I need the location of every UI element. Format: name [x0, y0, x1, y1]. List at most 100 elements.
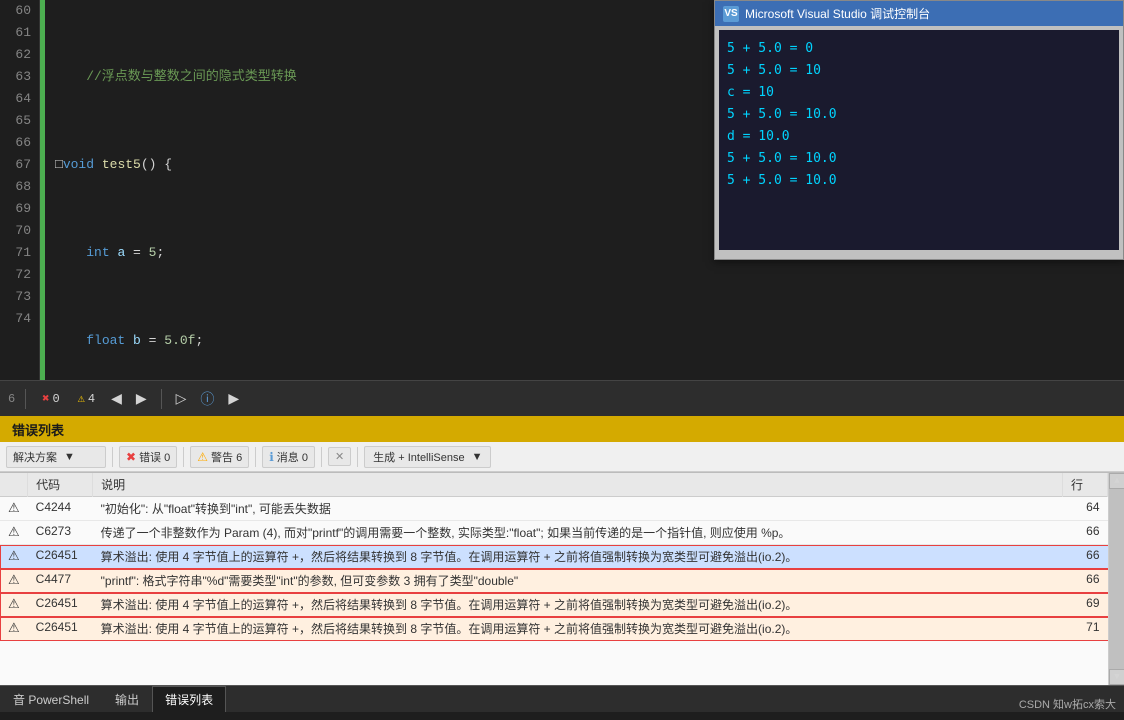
debug-console-panel: VS Microsoft Visual Studio 调试控制台 5 + 5.0…: [714, 0, 1124, 260]
row-code: C4477: [28, 569, 93, 593]
toolbar-divider-1: [112, 447, 113, 467]
debug-title-text: Microsoft Visual Studio 调试控制台: [745, 5, 930, 22]
clear-filter-button[interactable]: ✕: [328, 447, 351, 466]
warning-count: 4: [88, 392, 95, 406]
row-severity-icon: ⚠: [0, 545, 28, 569]
code-line-63: float b = 5.0f;: [55, 330, 1124, 352]
row-desc: "初始化": 从"float"转换到"int", 可能丢失数据: [93, 497, 1063, 521]
tab-powershell-label: 音 PowerShell: [13, 693, 89, 707]
tab-output-label: 输出: [115, 693, 139, 707]
toolbar-divider-3: [255, 447, 256, 467]
toolbar-divider-2: [183, 447, 184, 467]
errorlist-toolbar: 解决方案 ▼ ✖ 错误 0 ⚠ 警告 6 ℹ 消息 0: [0, 442, 1124, 472]
scroll-down-button[interactable]: ▼: [1109, 669, 1124, 685]
error-filter-icon: ✖: [126, 450, 136, 464]
warning-icon: ⚠: [78, 391, 85, 406]
row-desc: 传递了一个非整数作为 Param (4), 而对"printf"的调用需要一个整…: [93, 521, 1063, 545]
generate-dropdown-arrow: ▼: [472, 451, 483, 463]
solution-label: 解决方案: [13, 449, 57, 465]
toolbar-divider-5: [357, 447, 358, 467]
error-list-container[interactable]: 代码 说明 行 ⚠ C4244 "初始化": 从"float"转换到"int",…: [0, 472, 1124, 685]
row-severity-icon: ⚠: [0, 617, 28, 641]
table-row[interactable]: ⚠ C26451 算术溢出: 使用 4 字节值上的运算符 +，然后将结果转换到 …: [0, 617, 1124, 641]
row-line: 64: [1063, 497, 1108, 521]
row-severity-icon: ⚠: [0, 593, 28, 617]
col-header-desc: 说明: [93, 473, 1063, 497]
debug-output: 5 + 5.0 = 0 5 + 5.0 = 10 c = 10 5 + 5.0 …: [719, 30, 1119, 250]
table-header-row: 代码 说明 行: [0, 473, 1124, 497]
scroll-indicator[interactable]: ▲ ▼: [1108, 473, 1124, 685]
row-line: 71: [1063, 617, 1108, 641]
tab-output[interactable]: 输出: [102, 686, 152, 712]
row-code: C4244: [28, 497, 93, 521]
row-code: C26451: [28, 593, 93, 617]
tab-powershell[interactable]: 音 PowerShell: [0, 686, 102, 712]
row-severity-icon: ⚠: [0, 497, 28, 521]
solution-dropdown-arrow: ▼: [64, 451, 75, 463]
solution-dropdown[interactable]: 解决方案 ▼: [6, 446, 106, 468]
table-row[interactable]: ⚠ C4244 "初始化": 从"float"转换到"int", 可能丢失数据 …: [0, 497, 1124, 521]
scroll-up-button[interactable]: ▲: [1109, 473, 1124, 489]
row-code: C26451: [28, 545, 93, 569]
tab-errorlist-label: 错误列表: [165, 693, 213, 707]
table-row[interactable]: ⚠ C26451 算术溢出: 使用 4 字节值上的运算符 +，然后将结果转换到 …: [0, 545, 1124, 569]
generate-label: 生成 + IntelliSense: [373, 449, 464, 465]
debug-output-line-7: 5 + 5.0 = 10.0: [727, 170, 1111, 192]
error-count: 0: [52, 392, 59, 406]
row-severity-icon: ⚠: [0, 569, 28, 593]
row-line: 66: [1063, 545, 1108, 569]
clear-icon: ✕: [335, 450, 344, 463]
debug-output-line-2: 5 + 5.0 = 10: [727, 60, 1111, 82]
errorlist-header-label: 错误列表: [12, 420, 64, 439]
error-filter-label: 错误 0: [139, 449, 170, 465]
debug-output-line-5: d = 10.0: [727, 126, 1111, 148]
row-severity-icon: ⚠: [0, 521, 28, 545]
error-filter-button[interactable]: ✖ 错误 0: [119, 446, 177, 468]
vs-icon: VS: [723, 6, 739, 22]
row-desc: 算术溢出: 使用 4 字节值上的运算符 +，然后将结果转换到 8 字节值。在调用…: [93, 545, 1063, 569]
editor-toolbar: 6 ✖ 0 ⚠ 4 ◀ ▶ ▷ ⓘ ▶: [0, 380, 1124, 416]
error-table: 代码 说明 行 ⚠ C4244 "初始化": 从"float"转换到"int",…: [0, 473, 1124, 641]
row-line: 69: [1063, 593, 1108, 617]
line-numbers: 60 61 62 63 64 65 66 67 68 69 70 71 72 7…: [0, 0, 40, 380]
col-header-line: 行: [1063, 473, 1108, 497]
warning-filter-button[interactable]: ⚠ 警告 6: [190, 446, 249, 468]
errorlist-header: 错误列表: [0, 416, 1124, 442]
table-row[interactable]: ⚠ C26451 算术溢出: 使用 4 字节值上的运算符 +，然后将结果转换到 …: [0, 593, 1124, 617]
message-filter-button[interactable]: ℹ 消息 0: [262, 446, 315, 468]
col-header-code: 代码: [28, 473, 93, 497]
row-line: 66: [1063, 521, 1108, 545]
debug-output-line-4: 5 + 5.0 = 10.0: [727, 104, 1111, 126]
nav-back-button[interactable]: ◀: [107, 388, 126, 409]
errorlist-section: 错误列表 解决方案 ▼ ✖ 错误 0 ⚠ 警告 6: [0, 416, 1124, 712]
line-indicator: 6: [8, 392, 15, 406]
message-filter-label: 消息 0: [277, 449, 308, 465]
editor-area: 60 61 62 63 64 65 66 67 68 69 70 71 72 7…: [0, 0, 1124, 380]
debug-output-line-3: c = 10: [727, 82, 1111, 104]
error-indicator[interactable]: ✖ 0: [36, 389, 65, 408]
message-filter-icon: ℹ: [269, 450, 274, 464]
table-row[interactable]: ⚠ C6273 传递了一个非整数作为 Param (4), 而对"printf"…: [0, 521, 1124, 545]
warning-filter-icon: ⚠: [197, 450, 208, 464]
table-row[interactable]: ⚠ C4477 "printf": 格式字符串"%d"需要类型"int"的参数,…: [0, 569, 1124, 593]
tab-errorlist[interactable]: 错误列表: [152, 686, 226, 712]
debug-output-line-6: 5 + 5.0 = 10.0: [727, 148, 1111, 170]
row-desc: 算术溢出: 使用 4 字节值上的运算符 +，然后将结果转换到 8 字节值。在调用…: [93, 617, 1063, 641]
col-header-icon: [0, 473, 28, 497]
info-button[interactable]: ⓘ: [196, 387, 218, 411]
warning-filter-label: 警告 6: [211, 449, 242, 465]
debug-title-bar: VS Microsoft Visual Studio 调试控制台: [715, 1, 1123, 26]
bottom-tabs: 音 PowerShell 输出 错误列表 CSDN 知w拓cx索大: [0, 685, 1124, 712]
toolbar-divider-4: [321, 447, 322, 467]
error-icon: ✖: [42, 391, 49, 406]
debug-output-line-1: 5 + 5.0 = 0: [727, 38, 1111, 60]
generate-dropdown[interactable]: 生成 + IntelliSense ▼: [364, 446, 491, 468]
run-debug-button[interactable]: ▷: [172, 388, 191, 409]
warning-indicator[interactable]: ⚠ 4: [72, 389, 101, 408]
nav-right-button[interactable]: ▶: [224, 388, 243, 409]
watermark-text: CSDN 知w拓cx索大: [1019, 696, 1116, 712]
nav-forward-button[interactable]: ▶: [132, 388, 151, 409]
row-desc: "printf": 格式字符串"%d"需要类型"int"的参数, 但可变参数 3…: [93, 569, 1063, 593]
row-code: C26451: [28, 617, 93, 641]
row-line: 66: [1063, 569, 1108, 593]
